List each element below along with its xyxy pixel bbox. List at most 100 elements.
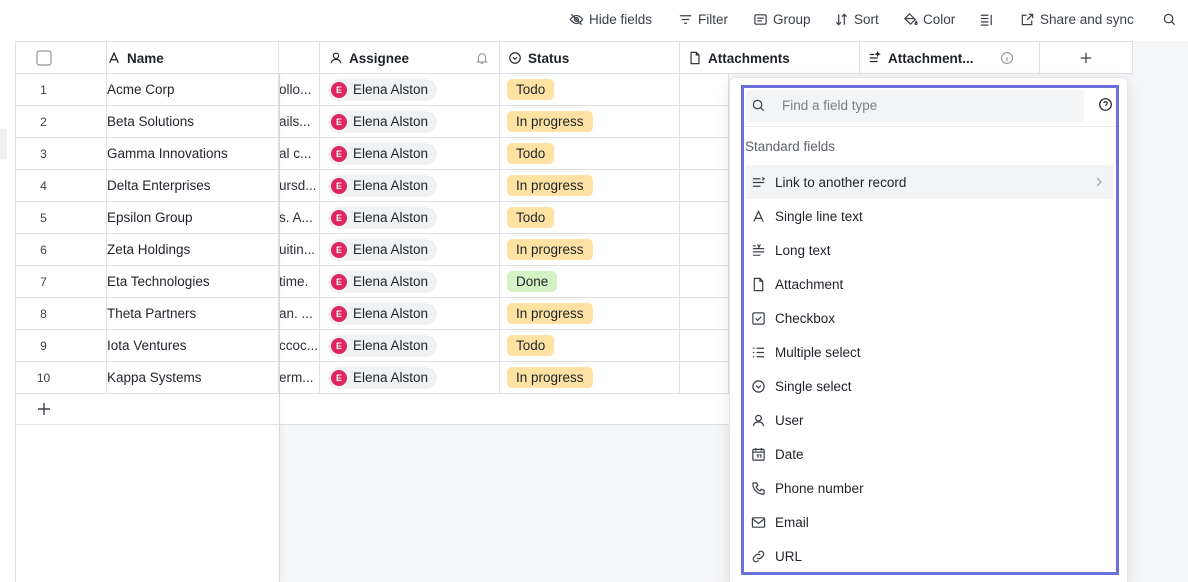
table-row[interactable]: 10 Kappa Systems erm... E Elena Alston I… <box>16 362 729 394</box>
cell-attachments[interactable] <box>680 298 729 329</box>
user-chip[interactable]: E Elena Alston <box>328 366 438 389</box>
cell-description[interactable]: al c... <box>279 138 320 169</box>
cell-description[interactable]: time. <box>279 266 320 297</box>
cell-name[interactable]: Kappa Systems <box>107 362 279 393</box>
cell-attachments[interactable] <box>680 330 729 361</box>
row-height-button[interactable] <box>979 9 994 29</box>
table-row[interactable]: 6 Zeta Holdings uitin... E Elena Alston … <box>16 234 729 266</box>
column-header-name[interactable]: Name <box>107 42 279 74</box>
column-header-description[interactable] <box>279 42 320 74</box>
column-header-attachments[interactable]: Attachments <box>680 42 860 74</box>
share-sync-button[interactable]: Share and sync <box>1020 9 1134 29</box>
cell-description[interactable]: ccoc... <box>279 330 320 361</box>
cell-status[interactable]: In progress <box>500 106 680 137</box>
cell-assignee[interactable]: E Elena Alston <box>320 202 500 233</box>
table-row[interactable]: 9 Iota Ventures ccoc... E Elena Alston T… <box>16 330 729 362</box>
cell-description[interactable]: s. A... <box>279 202 320 233</box>
cell-assignee[interactable]: E Elena Alston <box>320 170 500 201</box>
cell-assignee[interactable]: E Elena Alston <box>320 362 500 393</box>
cell-name[interactable]: Eta Technologies <box>107 266 279 297</box>
user-chip[interactable]: E Elena Alston <box>328 110 438 133</box>
field-type-long-text[interactable]: Long text <box>746 233 1114 267</box>
add-row-bar[interactable] <box>16 394 729 425</box>
bell-icon[interactable] <box>475 51 489 65</box>
cell-description[interactable]: ursd... <box>279 170 320 201</box>
field-type-email[interactable]: Email <box>746 505 1114 539</box>
cell-status[interactable]: Todo <box>500 138 680 169</box>
field-type-phone-number[interactable]: Phone number <box>746 471 1114 505</box>
cell-status[interactable]: Todo <box>500 330 680 361</box>
cell-status[interactable]: In progress <box>500 170 680 201</box>
info-icon[interactable] <box>1000 51 1014 65</box>
cell-description[interactable]: ollo... <box>279 74 320 105</box>
sort-button[interactable]: Sort <box>834 9 879 29</box>
cell-name[interactable]: Beta Solutions <box>107 106 279 137</box>
field-type-search[interactable] <box>746 90 1084 122</box>
user-chip[interactable]: E Elena Alston <box>328 238 438 261</box>
cell-description[interactable]: erm... <box>279 362 320 393</box>
field-type-link-to-another-record[interactable]: Link to another record <box>746 165 1114 199</box>
column-header-status[interactable]: Status <box>500 42 680 74</box>
table-row[interactable]: 7 Eta Technologies time. E Elena Alston … <box>16 266 729 298</box>
cell-description[interactable]: an. ... <box>279 298 320 329</box>
help-icon[interactable] <box>1098 97 1113 112</box>
field-type-url[interactable]: URL <box>746 539 1114 573</box>
column-header-attachment-summary[interactable]: Attachment... <box>860 42 1040 74</box>
cell-status[interactable]: Todo <box>500 74 680 105</box>
cell-attachments[interactable] <box>680 266 729 297</box>
cell-name[interactable]: Iota Ventures <box>107 330 279 361</box>
user-chip[interactable]: E Elena Alston <box>328 78 438 101</box>
cell-status[interactable]: Done <box>500 266 680 297</box>
select-all-cell[interactable] <box>16 42 107 74</box>
cell-assignee[interactable]: E Elena Alston <box>320 298 500 329</box>
field-type-single-line-text[interactable]: Single line text <box>746 199 1114 233</box>
cell-name[interactable]: Epsilon Group <box>107 202 279 233</box>
cell-name[interactable]: Delta Enterprises <box>107 170 279 201</box>
cell-assignee[interactable]: E Elena Alston <box>320 234 500 265</box>
cell-assignee[interactable]: E Elena Alston <box>320 106 500 137</box>
user-chip[interactable]: E Elena Alston <box>328 334 438 357</box>
checkbox-icon[interactable] <box>35 50 52 66</box>
cell-assignee[interactable]: E Elena Alston <box>320 330 500 361</box>
cell-status[interactable]: Todo <box>500 202 680 233</box>
cell-name[interactable]: Acme Corp <box>107 74 279 105</box>
cell-attachments[interactable] <box>680 202 729 233</box>
user-chip[interactable]: E Elena Alston <box>328 302 438 325</box>
user-chip[interactable]: E Elena Alston <box>328 174 438 197</box>
table-row[interactable]: 5 Epsilon Group s. A... E Elena Alston T… <box>16 202 729 234</box>
user-chip[interactable]: E Elena Alston <box>328 206 438 229</box>
user-chip[interactable]: E Elena Alston <box>328 270 438 293</box>
table-row[interactable]: 2 Beta Solutions ails... E Elena Alston … <box>16 106 729 138</box>
table-row[interactable]: 3 Gamma Innovations al c... E Elena Alst… <box>16 138 729 170</box>
field-type-attachment[interactable]: Attachment <box>746 267 1114 301</box>
search-button[interactable] <box>1162 9 1177 29</box>
filter-button[interactable]: Filter <box>678 9 728 29</box>
cell-name[interactable]: Zeta Holdings <box>107 234 279 265</box>
cell-name[interactable]: Theta Partners <box>107 298 279 329</box>
cell-status[interactable]: In progress <box>500 298 680 329</box>
cell-description[interactable]: ails... <box>279 106 320 137</box>
column-header-assignee[interactable]: Assignee <box>320 42 500 74</box>
user-chip[interactable]: E Elena Alston <box>328 142 438 165</box>
cell-assignee[interactable]: E Elena Alston <box>320 138 500 169</box>
cell-assignee[interactable]: E Elena Alston <box>320 74 500 105</box>
cell-attachments[interactable] <box>680 106 729 137</box>
cell-status[interactable]: In progress <box>500 362 680 393</box>
table-row[interactable]: 8 Theta Partners an. ... E Elena Alston … <box>16 298 729 330</box>
cell-name[interactable]: Gamma Innovations <box>107 138 279 169</box>
hide-fields-button[interactable]: Hide fields <box>569 9 652 29</box>
cell-description[interactable]: uitin... <box>279 234 320 265</box>
cell-attachments[interactable] <box>680 362 729 393</box>
table-row[interactable]: 1 Acme Corp ollo... E Elena Alston Todo <box>16 74 729 106</box>
cell-attachments[interactable] <box>680 74 729 105</box>
field-type-multiple-select[interactable]: Multiple select <box>746 335 1114 369</box>
field-type-user[interactable]: User <box>746 403 1114 437</box>
field-type-single-select[interactable]: Single select <box>746 369 1114 403</box>
cell-assignee[interactable]: E Elena Alston <box>320 266 500 297</box>
cell-attachments[interactable] <box>680 170 729 201</box>
cell-status[interactable]: In progress <box>500 234 680 265</box>
field-type-date[interactable]: Date <box>746 437 1114 471</box>
group-button[interactable]: Group <box>753 9 811 29</box>
cell-attachments[interactable] <box>680 138 729 169</box>
table-row[interactable]: 4 Delta Enterprises ursd... E Elena Alst… <box>16 170 729 202</box>
